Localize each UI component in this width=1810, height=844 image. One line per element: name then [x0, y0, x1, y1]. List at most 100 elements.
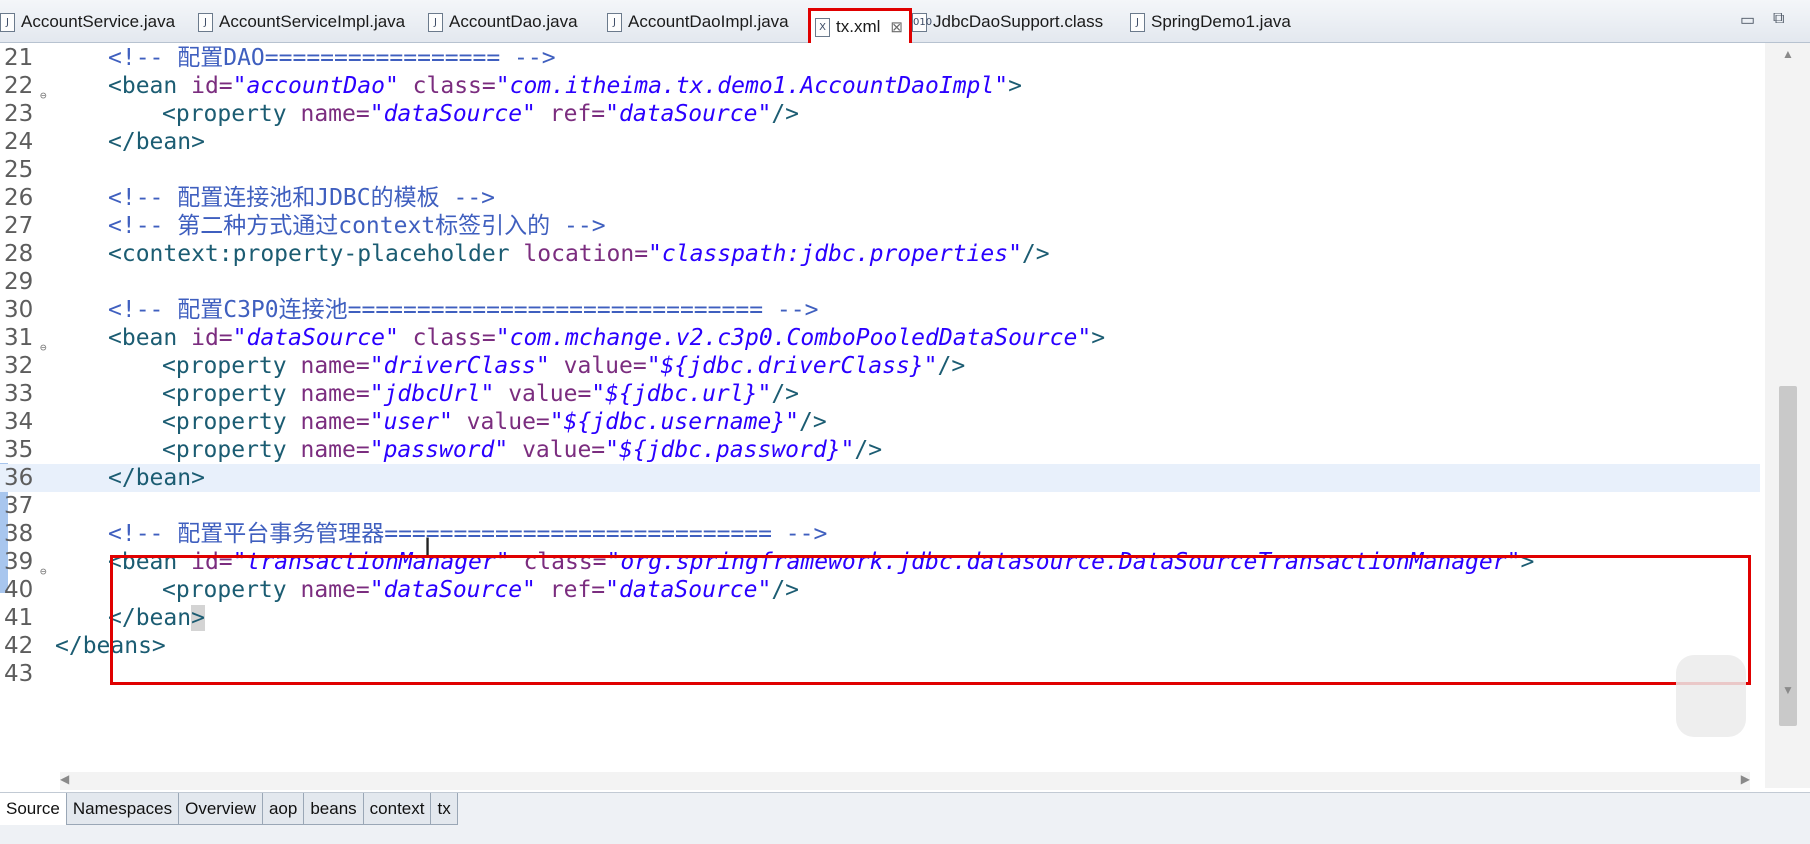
code-content: <!-- 第二种方式通过context标签引入的 --> — [108, 212, 606, 240]
code-line[interactable]: 30 <!-- 配置C3P0连接池========================… — [0, 296, 1760, 324]
code-content: <!-- 配置DAO================= --> — [108, 44, 556, 72]
scroll-right-icon[interactable]: ▶ — [1741, 772, 1750, 786]
java-file-icon: J — [607, 12, 622, 32]
page-tab-namespaces[interactable]: Namespaces — [66, 793, 180, 825]
floating-overlay-button[interactable] — [1676, 655, 1746, 737]
token-com: <!-- 配置DAO================= --> — [108, 45, 556, 71]
scroll-down-icon[interactable]: ▼ — [1779, 683, 1797, 701]
code-content: <property name="password" value="${jdbc.… — [162, 436, 882, 464]
tab-accountservice-java[interactable]: J AccountService.java — [0, 6, 175, 38]
code-line[interactable]: 36 </bean> — [0, 464, 1760, 492]
code-content: <!-- 配置连接池和JDBC的模板 --> — [108, 184, 495, 212]
tab-label: AccountDaoImpl.java — [628, 12, 789, 31]
token-att: value= — [549, 353, 647, 379]
page-tab-context[interactable]: context — [363, 793, 432, 825]
java-file-icon: J — [0, 12, 15, 32]
code-content: <property name="jdbcUrl" value="${jdbc.u… — [162, 380, 799, 408]
java-file-icon: J — [1130, 12, 1145, 32]
token-tag: <property — [162, 437, 301, 463]
code-line[interactable]: 28 <context:property-placeholder location… — [0, 240, 1760, 268]
line-number: 23 — [4, 101, 34, 127]
tab-label: AccountServiceImpl.java — [219, 12, 406, 31]
token-com: <!-- 配置C3P0连接池==========================… — [108, 297, 819, 323]
token-att: value= — [508, 437, 606, 463]
line-number: 30 — [4, 297, 34, 323]
token-com: <!-- 第二种方式通过context标签引入的 --> — [108, 213, 606, 239]
code-line[interactable]: 34 <property name="user" value="${jdbc.us… — [0, 408, 1760, 436]
token-att: name= — [300, 409, 370, 435]
vertical-scrollbar[interactable]: ▲ ▼ — [1765, 43, 1810, 788]
line-number: 25 — [4, 157, 34, 183]
code-line[interactable]: 27 <!-- 第二种方式通过context标签引入的 --> — [0, 212, 1760, 240]
tab-label: JdbcDaoSupport.class — [933, 12, 1104, 31]
page-tab-overview[interactable]: Overview — [179, 793, 263, 825]
token-tag: <property — [162, 101, 301, 127]
token-att: name= — [300, 353, 370, 379]
token-tag: /> — [771, 101, 800, 127]
highlight-box-transaction-manager — [110, 555, 1751, 685]
code-line[interactable]: 38 <!-- 配置平台事务管理器========================… — [0, 520, 1760, 548]
token-val: "${jdbc.username}" — [549, 409, 800, 435]
code-line[interactable]: 25 — [0, 156, 1760, 184]
token-tag: <property — [162, 381, 301, 407]
line-number: 38 — [4, 521, 34, 547]
maximize-view-icon[interactable]: ⧉ — [1773, 10, 1784, 28]
code-line[interactable]: 35 <property name="password" value="${jdb… — [0, 436, 1760, 464]
code-content: </bean> — [108, 464, 205, 492]
token-att: name= — [300, 381, 370, 407]
token-tag: /> — [1021, 241, 1050, 267]
tab-accountserviceimpl-java[interactable]: J AccountServiceImpl.java — [198, 6, 405, 38]
page-tab-aop[interactable]: aop — [262, 793, 305, 825]
token-tag: > — [1091, 325, 1106, 351]
minimize-view-icon[interactable]: ▭ — [1740, 10, 1755, 30]
page-tab-beans[interactable]: beans — [304, 793, 364, 825]
line-number: 24 — [4, 129, 34, 155]
text-cursor-icon: I — [424, 533, 432, 561]
page-tab-tx[interactable]: tx — [431, 793, 458, 825]
line-number: 35 — [4, 437, 34, 463]
code-content: <property name="driverClass" value="${jd… — [162, 352, 965, 380]
code-line[interactable]: 24 </bean> — [0, 128, 1760, 156]
close-tab-icon[interactable]: ⊠ — [890, 18, 903, 36]
code-line[interactable]: 29 — [0, 268, 1760, 296]
line-number: 29 — [4, 269, 34, 295]
code-line[interactable]: 23 <property name="dataSource" ref="dataS… — [0, 100, 1760, 128]
horizontal-scrollbar[interactable]: ◀ ▶ — [60, 772, 1750, 790]
xml-file-icon: X — [815, 17, 830, 37]
editor-tab-bar: J AccountService.java J AccountServiceImpl.… — [0, 0, 1810, 46]
code-content: <bean id="accountDao" class="com.itheima… — [108, 72, 1022, 100]
scroll-up-icon[interactable]: ▲ — [1779, 47, 1797, 65]
code-line[interactable]: 21 <!-- 配置DAO================= --> — [0, 44, 1760, 72]
tab-springdemo1-java[interactable]: J SpringDemo1.java — [1130, 6, 1291, 38]
code-line[interactable]: 26 <!-- 配置连接池和JDBC的模板 --> — [0, 184, 1760, 212]
token-tag: <bean — [108, 325, 192, 351]
token-val: "${jdbc.password}" — [605, 437, 855, 463]
code-content: <!-- 配置平台事务管理器==========================… — [108, 520, 827, 548]
token-att: id= — [191, 325, 233, 351]
token-com: <!-- 配置平台事务管理器==========================… — [108, 521, 828, 547]
code-line[interactable]: 31 ⊖ <bean id="dataSource" class="com.mcha… — [0, 324, 1760, 354]
tab-accountdao-java[interactable]: J AccountDao.java — [428, 6, 578, 38]
line-number: 28 — [4, 241, 34, 267]
line-number: 40 — [4, 577, 34, 603]
token-val: "${jdbc.driverClass}" — [646, 353, 938, 379]
code-line[interactable]: 37 — [0, 492, 1760, 520]
java-file-icon: J — [198, 12, 213, 32]
code-content: <context:property-placeholder location="… — [108, 240, 1050, 268]
tab-label: AccountService.java — [21, 12, 176, 31]
token-att: class= — [398, 73, 496, 99]
page-tab-source[interactable]: Source — [0, 793, 67, 825]
token-val: "classpath:jdbc.properties" — [648, 241, 1022, 267]
line-number: 41 — [4, 605, 34, 631]
code-content: <bean id="dataSource" class="com.mchange… — [108, 324, 1105, 352]
tab-tx-xml[interactable]: Xtx.xml ⊠ — [808, 8, 912, 46]
tab-accountdaoimpl-java[interactable]: J AccountDaoImpl.java — [607, 6, 789, 38]
scroll-left-icon[interactable]: ◀ — [60, 772, 69, 786]
tab-label: tx.xml — [836, 17, 881, 36]
tab-jdbcdaosupport-class[interactable]: 010 JdbcDaoSupport.class — [912, 6, 1103, 38]
code-line[interactable]: 33 <property name="jdbcUrl" value="${jdbc… — [0, 380, 1760, 408]
vertical-scroll-thumb[interactable] — [1779, 386, 1797, 726]
code-line[interactable]: 32 <property name="driverClass" value="${… — [0, 352, 1760, 380]
token-tag: <property — [162, 353, 301, 379]
code-line[interactable]: 22 ⊖ <bean id="accountDao" class="com.ithe… — [0, 72, 1760, 102]
